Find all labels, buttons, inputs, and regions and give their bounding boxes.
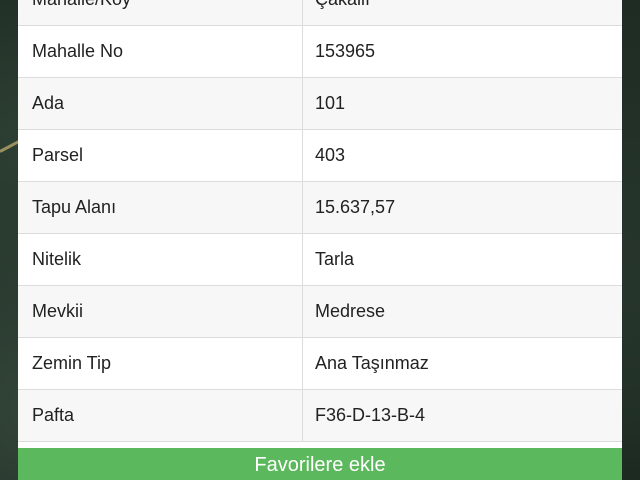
row-label: Nitelik [18, 234, 303, 285]
row-label: Mahalle No [18, 26, 303, 77]
table-row-pafta: Pafta F36-D-13-B-4 [18, 390, 622, 442]
table-row-zemin-tip: Zemin Tip Ana Taşınmaz [18, 338, 622, 390]
row-value: Tarla [315, 249, 355, 269]
row-label: Ada [18, 78, 303, 129]
table-row-mevkii: Mevkii Medrese [18, 286, 622, 338]
parcel-info-panel: Mahalle/Köy Çakallı Mahalle No 153965 Ad… [18, 0, 622, 480]
parcel-info-table: Mahalle/Köy Çakallı Mahalle No 153965 Ad… [18, 0, 622, 442]
row-label: Tapu Alanı [18, 182, 303, 233]
row-value: Ana Taşınmaz [315, 353, 429, 373]
row-label: Mevkii [18, 286, 303, 337]
table-row-mahalle-no: Mahalle No 153965 [18, 26, 622, 78]
row-value: Çakallı [303, 0, 622, 25]
add-to-favorites-label: Favorilere ekle [254, 454, 386, 476]
row-label: Mahalle/Köy [18, 0, 303, 25]
table-row-mahalle-koy: Mahalle/Köy Çakallı [18, 0, 622, 26]
add-to-favorites-button[interactable]: Favorilere ekle [18, 448, 622, 480]
row-value: 15.637,57 [315, 197, 396, 217]
row-label: Zemin Tip [18, 338, 303, 389]
row-value: F36-D-13-B-4 [315, 405, 426, 425]
table-row-nitelik: Nitelik Tarla [18, 234, 622, 286]
row-value: 153965 [315, 41, 376, 61]
row-label: Pafta [18, 390, 303, 441]
table-row-tapu-alani: Tapu Alanı 15.637,57 [18, 182, 622, 234]
table-row-parsel: Parsel 403 [18, 130, 622, 182]
row-label: Parsel [18, 130, 303, 181]
row-value: Medrese [315, 301, 386, 321]
row-value: 101 [315, 93, 346, 113]
table-row-ada: Ada 101 [18, 78, 622, 130]
row-value: 403 [315, 145, 346, 165]
